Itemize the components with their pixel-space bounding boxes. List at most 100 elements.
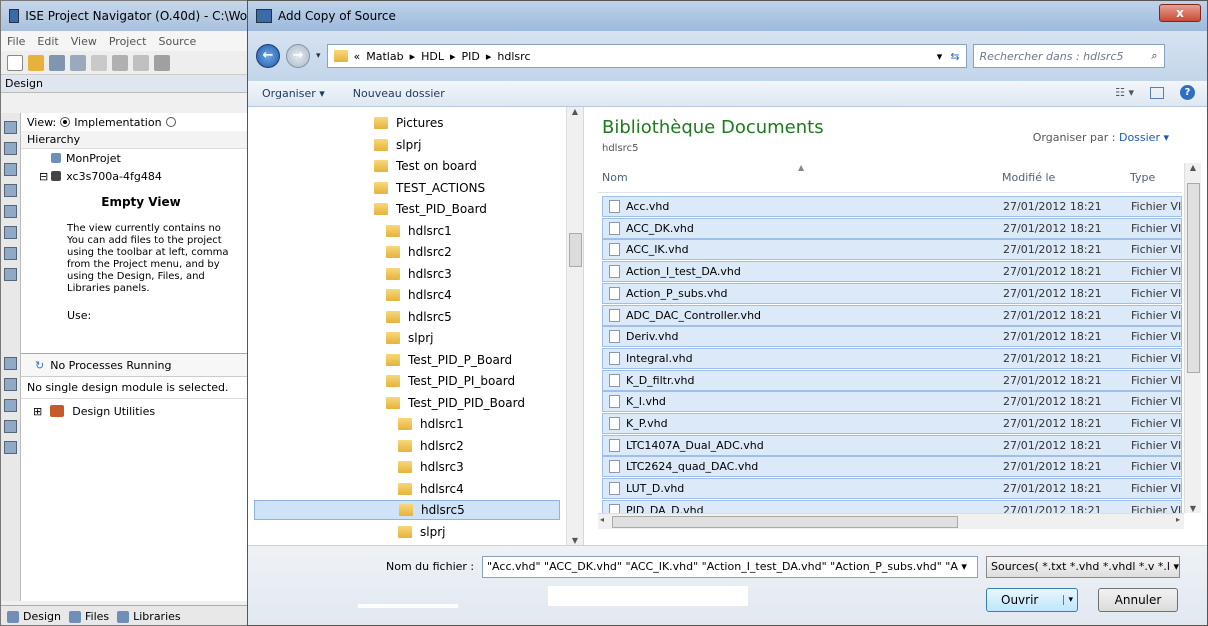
tree-expand-icon[interactable]: ⊞ bbox=[33, 405, 42, 418]
menu-file[interactable]: File bbox=[7, 35, 25, 48]
nav-folder-item[interactable]: hdlsrc2 bbox=[386, 242, 452, 262]
chevron-down-icon[interactable]: ▾ bbox=[937, 50, 943, 63]
open-split-dropdown-icon[interactable]: ▾ bbox=[1063, 595, 1073, 605]
file-row[interactable]: LTC2624_quad_DAC.vhd 27/01/2012 18:21 Fich… bbox=[602, 456, 1182, 478]
nav-folder-item[interactable]: slprj bbox=[398, 522, 445, 542]
nav-folder-item[interactable]: hdlsrc4 bbox=[398, 479, 464, 499]
nav-folder-item[interactable]: hdlsrc3 bbox=[386, 264, 452, 284]
file-list-hscrollbar[interactable]: ◂ ▸ bbox=[598, 513, 1184, 529]
file-row[interactable]: Deriv.vhd 27/01/2012 18:21 Fichier VI bbox=[602, 326, 1182, 348]
hierarchy-icon[interactable] bbox=[4, 184, 17, 197]
cut-icon[interactable] bbox=[112, 54, 128, 71]
nav-folder-item[interactable]: Pictures bbox=[374, 113, 444, 133]
file-hscroll-thumb[interactable] bbox=[612, 516, 958, 528]
refresh-icon[interactable]: ⇆ bbox=[950, 50, 959, 63]
file-row[interactable]: ACC_IK.vhd 27/01/2012 18:21 Fichier VI bbox=[602, 239, 1182, 261]
scroll-up-icon[interactable]: ▲ bbox=[1185, 163, 1201, 172]
nav-folder-item[interactable]: TEST_ACTIONS bbox=[374, 178, 485, 198]
breadcrumb-matlab[interactable]: Matlab bbox=[366, 50, 403, 63]
nav-folder-item[interactable]: Test_PID_PID_Board bbox=[386, 393, 525, 413]
panel-icon[interactable] bbox=[4, 268, 17, 281]
implementation-radio[interactable] bbox=[60, 117, 71, 127]
save-all-icon[interactable] bbox=[70, 54, 86, 71]
nav-folder-item[interactable]: hdlsrc5 bbox=[386, 307, 452, 327]
nav-folder-item[interactable]: Test_PID_PI_board bbox=[386, 371, 515, 391]
project-node[interactable]: MonProjet bbox=[21, 149, 259, 167]
add-source-icon[interactable] bbox=[4, 121, 17, 134]
column-type[interactable]: Type bbox=[1130, 171, 1155, 184]
nav-folder-item[interactable]: slprj bbox=[386, 328, 433, 348]
tab-libraries[interactable]: Libraries bbox=[117, 610, 181, 623]
print-icon[interactable] bbox=[91, 54, 107, 71]
properties-icon[interactable] bbox=[4, 205, 17, 218]
nav-folder-item[interactable]: hdlsrc5 bbox=[254, 500, 560, 520]
device-node[interactable]: ⊟ xc3s700a-4fg484 bbox=[21, 167, 259, 185]
scroll-left-icon[interactable]: ◂ bbox=[600, 515, 604, 524]
simulation-radio[interactable] bbox=[165, 117, 176, 127]
close-button[interactable]: x bbox=[1159, 4, 1201, 22]
menu-project[interactable]: Project bbox=[109, 35, 147, 48]
nav-folder-item[interactable]: hdlsrc2 bbox=[398, 436, 464, 456]
new-source-icon[interactable] bbox=[4, 163, 17, 176]
reports-icon[interactable] bbox=[4, 399, 17, 412]
file-row[interactable]: Integral.vhd 27/01/2012 18:21 Fichier VI bbox=[602, 347, 1182, 369]
preview-pane-icon[interactable] bbox=[1150, 86, 1164, 99]
file-row[interactable]: K_D_filtr.vhd 27/01/2012 18:21 Fichier VI bbox=[602, 369, 1182, 391]
scroll-down-icon[interactable]: ▼ bbox=[567, 536, 583, 545]
tree-collapse-icon[interactable]: ⊟ bbox=[39, 170, 48, 183]
help-icon[interactable]: ? bbox=[1180, 85, 1195, 100]
document-icon[interactable] bbox=[4, 247, 17, 260]
open-folder-icon[interactable] bbox=[28, 54, 44, 71]
nav-folder-item[interactable]: Test on board bbox=[374, 156, 477, 176]
run-icon[interactable] bbox=[4, 357, 17, 370]
file-list-vscrollbar[interactable]: ▲ ▼ bbox=[1184, 163, 1201, 513]
breadcrumb-hdlsrc[interactable]: hdlsrc bbox=[497, 50, 530, 63]
view-options-icon[interactable]: ☷ ▾ bbox=[1115, 86, 1134, 99]
nav-folder-item[interactable]: hdlsrc1 bbox=[398, 414, 464, 434]
new-file-icon[interactable] bbox=[7, 54, 23, 71]
file-row[interactable]: K_P.vhd 27/01/2012 18:21 Fichier VI bbox=[602, 413, 1182, 434]
add-copy-source-icon[interactable] bbox=[4, 142, 17, 155]
nav-folder-item[interactable]: hdlsrc3 bbox=[398, 457, 464, 477]
file-row[interactable]: K_I.vhd 27/01/2012 18:21 Fichier VI bbox=[602, 391, 1182, 413]
open-button[interactable]: Ouvrir ▾ bbox=[986, 588, 1078, 612]
forward-arrow-icon[interactable]: → bbox=[286, 44, 310, 68]
menu-edit[interactable]: Edit bbox=[37, 35, 58, 48]
search-input[interactable]: Rechercher dans : hdlsrc5 ⌕ bbox=[972, 44, 1165, 68]
breadcrumb-hdl[interactable]: HDL bbox=[421, 50, 444, 63]
nav-folder-item[interactable]: hdlsrc4 bbox=[386, 285, 452, 305]
nav-scrollbar[interactable]: ▲ ▼ bbox=[566, 107, 583, 545]
scroll-down-icon[interactable]: ▼ bbox=[1185, 504, 1201, 513]
nav-folder-item[interactable]: Test_PID_Board bbox=[374, 199, 487, 219]
nav-folder-item[interactable]: slprj bbox=[374, 135, 421, 155]
menu-source[interactable]: Source bbox=[158, 35, 196, 48]
scroll-up-icon[interactable]: ▲ bbox=[567, 107, 583, 116]
filename-input[interactable]: "Acc.vhd" "ACC_DK.vhd" "ACC_IK.vhd" "Act… bbox=[482, 556, 978, 578]
settings-icon[interactable] bbox=[4, 226, 17, 239]
paste-icon[interactable] bbox=[154, 54, 170, 71]
file-type-filter[interactable]: Sources( *.txt *.vhd *.vhdl *.v *.l ▾ bbox=[986, 556, 1180, 578]
file-scroll-thumb[interactable] bbox=[1187, 183, 1200, 373]
column-name[interactable]: Nom bbox=[602, 171, 628, 184]
save-icon[interactable] bbox=[49, 54, 65, 71]
summary-icon[interactable] bbox=[4, 420, 17, 433]
file-row[interactable]: LTC1407A_Dual_ADC.vhd 27/01/2012 18:21 Fic… bbox=[602, 434, 1182, 456]
search-icon[interactable]: ⌕ bbox=[1151, 49, 1157, 63]
breadcrumb-overflow[interactable]: « bbox=[354, 50, 361, 63]
copy-icon[interactable] bbox=[133, 54, 149, 71]
back-arrow-icon[interactable]: ← bbox=[256, 44, 280, 68]
history-dropdown-icon[interactable]: ▾ bbox=[316, 51, 321, 61]
tab-design[interactable]: Design bbox=[7, 610, 61, 623]
breadcrumb-pid[interactable]: PID bbox=[462, 50, 480, 63]
processes-icon[interactable] bbox=[4, 378, 17, 391]
file-row[interactable]: Action_P_subs.vhd 27/01/2012 18:21 Fichier… bbox=[602, 282, 1182, 304]
file-row[interactable]: ADC_DAC_Controller.vhd 27/01/2012 18:21 Fi… bbox=[602, 304, 1182, 326]
tab-files[interactable]: Files bbox=[68, 610, 109, 623]
scroll-right-icon[interactable]: ▸ bbox=[1176, 515, 1180, 524]
nav-folder-item[interactable]: hdlsrc1 bbox=[386, 221, 452, 241]
nav-scroll-thumb[interactable] bbox=[569, 233, 582, 267]
file-row[interactable]: Acc.vhd 27/01/2012 18:21 Fichier VI bbox=[602, 196, 1182, 217]
new-folder-button[interactable]: Nouveau dossier bbox=[353, 87, 445, 100]
breadcrumb[interactable]: « Matlab ▸ HDL ▸ PID ▸ hdlsrc ▾ ⇆ bbox=[326, 44, 967, 68]
column-modified[interactable]: Modifié le bbox=[1002, 171, 1055, 184]
